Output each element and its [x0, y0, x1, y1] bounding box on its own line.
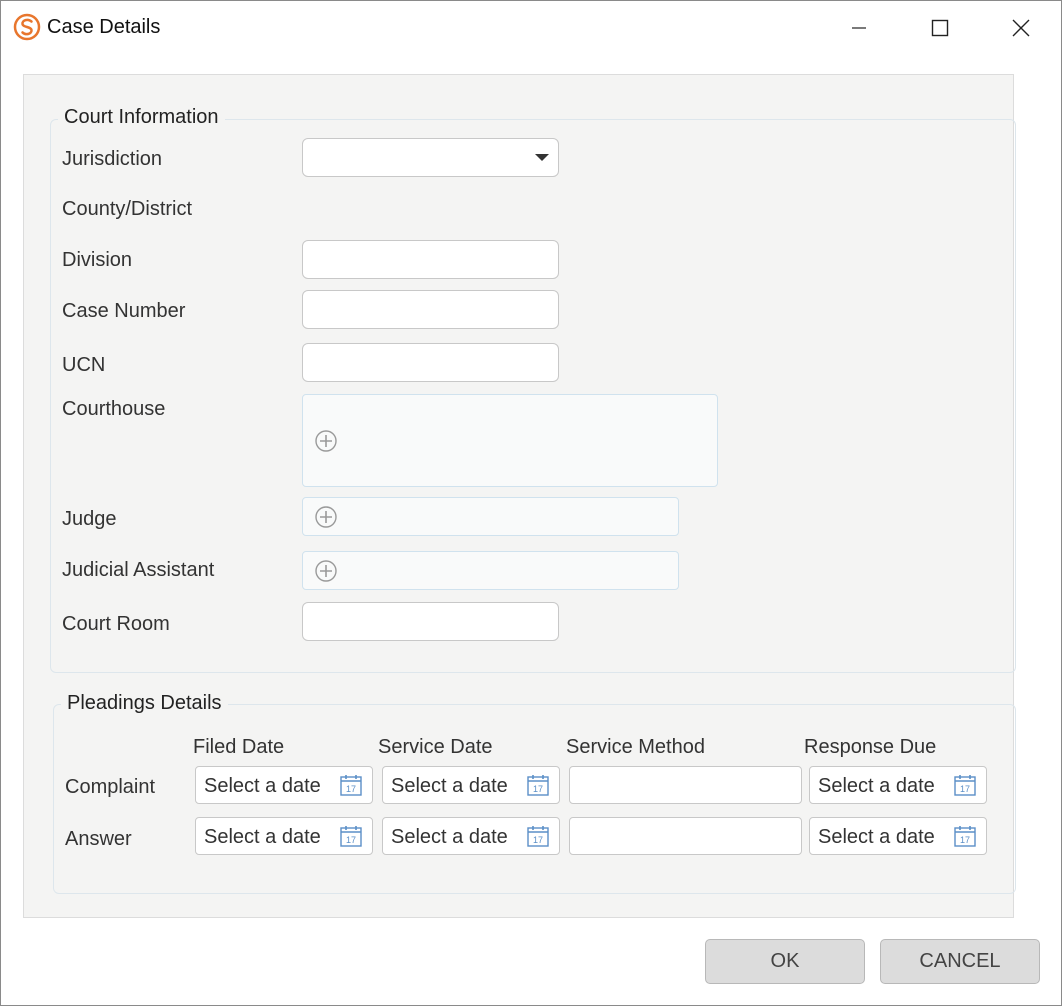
judicial-assistant-label: Judicial Assistant [62, 559, 215, 581]
jurisdiction-dropdown[interactable] [302, 138, 559, 177]
court-information-legend: Court Information [58, 106, 225, 129]
calendar-icon[interactable]: 17 [339, 773, 363, 797]
date-placeholder: Select a date [204, 826, 321, 848]
calendar-icon[interactable]: 17 [526, 773, 550, 797]
date-placeholder: Select a date [818, 826, 935, 848]
add-courthouse-icon[interactable] [315, 430, 337, 452]
maximize-button[interactable] [910, 9, 970, 47]
county-district-label: County/District [62, 198, 193, 220]
date-placeholder: Select a date [204, 775, 321, 797]
title-bar: Case Details [1, 1, 1061, 57]
date-placeholder: Select a date [391, 826, 508, 848]
calendar-day: 17 [960, 835, 970, 845]
case-number-input[interactable] [302, 290, 559, 329]
court-room-label: Court Room [62, 613, 170, 635]
court-room-input[interactable] [302, 602, 559, 641]
response-due-header: Response Due [804, 736, 937, 758]
calendar-day: 17 [346, 835, 356, 845]
jurisdiction-label: Jurisdiction [62, 148, 163, 170]
calendar-icon[interactable]: 17 [953, 773, 977, 797]
date-placeholder: Select a date [818, 775, 935, 797]
judge-label: Judge [62, 508, 117, 530]
case-details-dialog: Case Details Court Information Jurisdict… [0, 0, 1062, 1006]
courthouse-lookup[interactable] [302, 394, 718, 487]
filed-date-header: Filed Date [193, 736, 285, 758]
app-logo-icon [13, 13, 41, 41]
cancel-button[interactable]: CANCEL [880, 939, 1040, 984]
pleadings-details-legend: Pleadings Details [61, 692, 228, 715]
minimize-button[interactable] [829, 9, 889, 47]
window-title: Case Details [47, 16, 161, 38]
answer-filed-date-picker[interactable]: Select a date 17 [195, 817, 373, 855]
content-panel: Court Information Jurisdiction County/Di… [23, 74, 1016, 918]
minimize-icon [852, 27, 866, 29]
calendar-day: 17 [346, 784, 356, 794]
calendar-icon[interactable]: 17 [339, 824, 363, 848]
answer-response-due-picker[interactable]: Select a date 17 [809, 817, 987, 855]
ucn-label: UCN [62, 354, 106, 376]
maximize-icon [931, 19, 949, 37]
case-number-label: Case Number [62, 300, 186, 322]
answer-service-date-picker[interactable]: Select a date 17 [382, 817, 560, 855]
ucn-input[interactable] [302, 343, 559, 382]
add-judge-icon[interactable] [315, 506, 337, 528]
judicial-assistant-lookup[interactable] [302, 551, 679, 590]
ok-button[interactable]: OK [705, 939, 865, 984]
calendar-day: 17 [960, 784, 970, 794]
calendar-day: 17 [533, 835, 543, 845]
calendar-icon[interactable]: 17 [953, 824, 977, 848]
courthouse-label: Courthouse [62, 398, 166, 420]
division-label: Division [62, 249, 133, 271]
division-input[interactable] [302, 240, 559, 279]
complaint-service-method-input[interactable] [569, 766, 802, 804]
calendar-icon[interactable]: 17 [526, 824, 550, 848]
service-date-header: Service Date [378, 736, 493, 758]
date-placeholder: Select a date [391, 775, 508, 797]
answer-row-label: Answer [65, 828, 132, 850]
add-judicial-assistant-icon[interactable] [315, 560, 337, 582]
calendar-day: 17 [533, 784, 543, 794]
complaint-filed-date-picker[interactable]: Select a date 17 [195, 766, 373, 804]
complaint-response-due-picker[interactable]: Select a date 17 [809, 766, 987, 804]
complaint-row-label: Complaint [65, 776, 156, 798]
close-window-button[interactable] [991, 9, 1051, 47]
answer-service-method-input[interactable] [569, 817, 802, 855]
chevron-down-icon [535, 154, 549, 161]
service-method-header: Service Method [566, 736, 705, 758]
complaint-service-date-picker[interactable]: Select a date 17 [382, 766, 560, 804]
judge-lookup[interactable] [302, 497, 679, 536]
close-icon [1012, 19, 1030, 37]
